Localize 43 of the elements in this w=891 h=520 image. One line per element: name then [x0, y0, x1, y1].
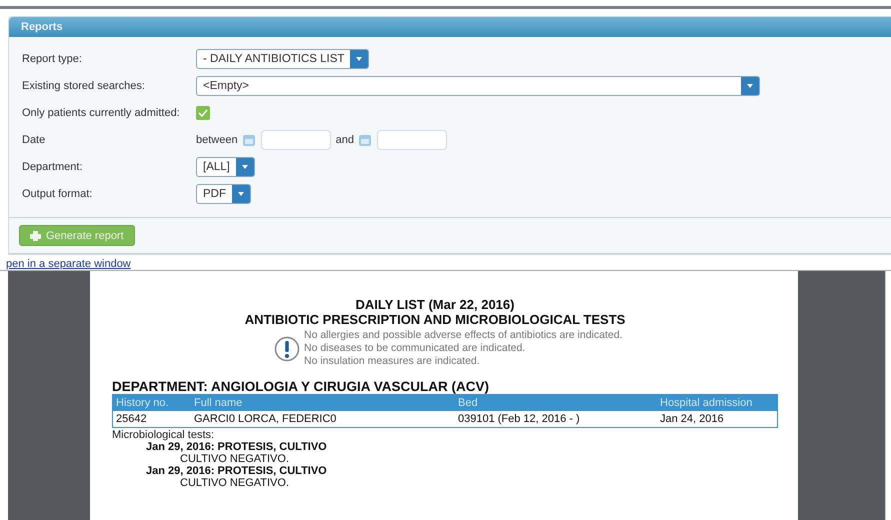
calendar-icon[interactable]	[242, 132, 256, 146]
field-label: Output format:	[22, 188, 94, 200]
field-label: Report type:	[22, 52, 83, 64]
test-result: CULTIVO NEGATIVO.	[179, 453, 290, 465]
test-heading: Jan 29, 2016: PROTESIS, CULTIVO	[145, 441, 328, 453]
department-heading: DEPARTMENT: ANGIOLOGIA Y CIRUGIA VASCULAR (ACV)	[112, 379, 490, 394]
tests-label: Microbiological tests:	[112, 429, 216, 441]
caret-icon	[356, 56, 362, 60]
range-label: between	[196, 134, 238, 146]
caret-icon	[242, 164, 248, 168]
calendar-icon[interactable]	[358, 132, 372, 146]
field-label: Existing stored searches:	[22, 80, 146, 92]
table-cell: Jan 24, 2016	[657, 411, 778, 428]
checkbox[interactable]	[196, 106, 210, 120]
dropdown[interactable]: [ALL]	[196, 156, 255, 176]
column-header: Hospital admission	[657, 394, 778, 411]
notice-text: No insulation measures are indicated.	[304, 355, 481, 368]
field-label: Only patients currently admitted:	[22, 106, 181, 118]
dropdown[interactable]: PDF	[196, 184, 251, 204]
caret-icon	[747, 84, 753, 88]
table-cell: GARCI0 LORCA, FEDERIC0	[191, 411, 455, 428]
notice-text: No allergies and possible adverse effects of antibiotics are indicated.	[304, 329, 622, 342]
range-label: and	[336, 134, 354, 146]
field-label: Department:	[22, 160, 84, 172]
dropdown[interactable]: - DAILY ANTIBIOTICS LIST	[196, 48, 370, 68]
document-title: DAILY LIST (Mar 22, 2016)	[354, 297, 516, 312]
test-heading: Jan 29, 2016: PROTESIS, CULTIVO	[145, 465, 328, 477]
column-header: History no.	[112, 394, 191, 411]
date-field[interactable]	[376, 130, 447, 150]
date-field[interactable]	[260, 130, 331, 150]
table-cell: 25642	[112, 411, 191, 428]
notice-text: No diseases to be communicated are indicated.	[304, 342, 526, 355]
column-header: Full name	[191, 394, 455, 411]
test-result: CULTIVO NEGATIVO.	[179, 477, 290, 489]
panel-title: Reports	[9, 17, 891, 37]
field-label: Date	[22, 134, 46, 146]
document-subtitle: ANTIBIOTIC PRESCRIPTION AND MICROBIOLOGICAL TESTS	[244, 312, 626, 327]
warning-icon	[274, 336, 300, 362]
table-cell: 039101 (Feb 12, 2016 - )	[455, 411, 657, 428]
column-header: Bed	[455, 394, 657, 411]
dropdown[interactable]: <Empty>	[196, 76, 760, 96]
open-window-link[interactable]: pen in a separate window	[0, 258, 131, 270]
caret-icon	[238, 192, 244, 196]
